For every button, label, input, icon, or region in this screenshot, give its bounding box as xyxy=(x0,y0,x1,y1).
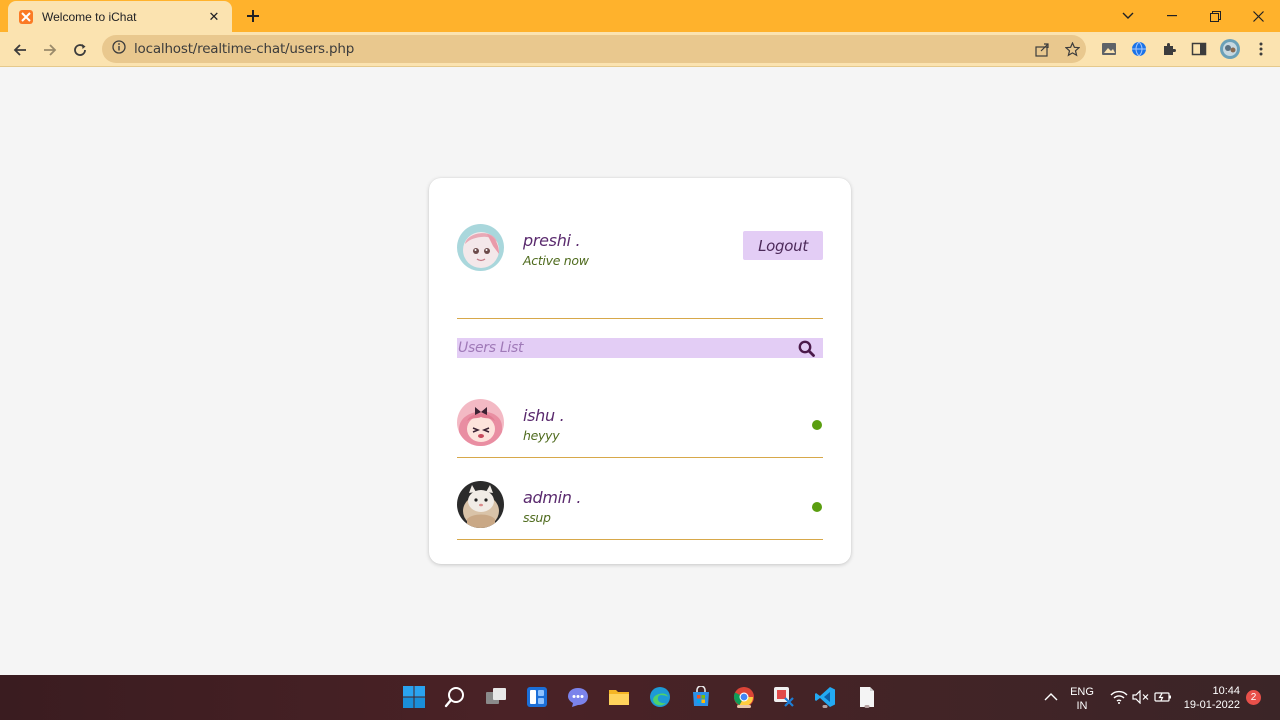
widgets-icon[interactable] xyxy=(525,685,549,709)
new-tab-button[interactable] xyxy=(244,7,262,25)
tab-title: Welcome to iChat xyxy=(42,9,137,24)
profile-avatar-icon[interactable] xyxy=(1219,38,1241,60)
share-icon[interactable] xyxy=(1034,41,1050,57)
side-panel-icon[interactable] xyxy=(1190,40,1208,58)
users-search-input[interactable] xyxy=(457,338,787,358)
windows-taskbar: ENG IN 10:44 19-01-2022 xyxy=(0,675,1280,720)
region-code: IN xyxy=(1076,700,1088,712)
browser-menu-icon[interactable] xyxy=(1252,40,1270,58)
browser-tab[interactable]: Welcome to iChat ✕ xyxy=(8,1,232,32)
close-window-button[interactable] xyxy=(1236,0,1280,32)
open-app-indicator xyxy=(822,705,828,708)
file-explorer-icon[interactable] xyxy=(607,685,631,709)
online-status-dot xyxy=(812,502,822,512)
windows-start-icon[interactable] xyxy=(402,685,426,709)
logout-button[interactable]: Logout xyxy=(743,231,823,260)
header-divider xyxy=(457,318,823,319)
notepad-icon[interactable] xyxy=(855,685,879,709)
open-app-indicator xyxy=(864,705,870,708)
user-list-item[interactable]: ishu . heyyy xyxy=(457,399,823,457)
user-name: ishu . xyxy=(523,406,565,425)
site-info-icon[interactable] xyxy=(112,39,126,59)
clock-date: 19-01-2022 xyxy=(1183,699,1240,711)
user-avatar xyxy=(457,399,504,446)
edge-browser-icon[interactable] xyxy=(648,685,672,709)
task-view-icon[interactable] xyxy=(484,685,508,709)
language-indicator[interactable]: ENG IN xyxy=(1066,685,1098,713)
extension-globe-icon[interactable] xyxy=(1130,40,1148,58)
user-list-item[interactable]: admin . ssup xyxy=(457,481,823,539)
user-last-message: heyyy xyxy=(523,428,560,443)
url-text: localhost/realtime-chat/users.php xyxy=(134,41,355,57)
user-name: admin . xyxy=(523,488,582,507)
user-divider xyxy=(457,539,823,540)
user-last-message: ssup xyxy=(523,510,551,525)
clock-time: 10:44 xyxy=(1212,685,1240,697)
browser-toolbar: localhost/realtime-chat/users.php xyxy=(0,32,1280,67)
show-hidden-icons-chevron-icon[interactable] xyxy=(1039,685,1063,709)
forward-button[interactable] xyxy=(38,38,62,62)
tab-search-chevron-icon[interactable] xyxy=(1106,0,1150,32)
microsoft-store-icon[interactable] xyxy=(689,685,713,709)
current-user-name: preshi . xyxy=(523,231,581,250)
users-card: preshi . Active now Logout ishu . heyyy xyxy=(429,178,851,564)
bookmark-star-icon[interactable] xyxy=(1064,41,1080,57)
chrome-browser-icon[interactable] xyxy=(731,685,757,709)
address-bar[interactable]: localhost/realtime-chat/users.php xyxy=(102,35,1086,63)
search-taskbar-icon[interactable] xyxy=(443,685,467,709)
active-app-indicator xyxy=(737,705,751,708)
xampp-favicon-icon xyxy=(18,9,34,25)
clock[interactable]: 10:44 19-01-2022 xyxy=(1180,684,1240,712)
extensions-puzzle-icon[interactable] xyxy=(1160,40,1178,58)
user-avatar xyxy=(457,481,504,528)
browser-title-bar: Welcome to iChat ✕ xyxy=(0,0,1280,32)
current-user-avatar xyxy=(457,224,504,271)
wifi-icon[interactable] xyxy=(1107,685,1131,709)
tab-close-icon[interactable]: ✕ xyxy=(206,9,222,25)
battery-charging-icon[interactable] xyxy=(1151,685,1175,709)
restore-button[interactable] xyxy=(1193,0,1237,32)
reload-button[interactable] xyxy=(68,38,92,62)
online-status-dot xyxy=(812,420,822,430)
current-user-status: Active now xyxy=(523,253,589,268)
extension-image-icon[interactable] xyxy=(1100,40,1118,58)
volume-muted-icon[interactable] xyxy=(1129,685,1153,709)
language-code: ENG xyxy=(1070,686,1094,698)
user-divider xyxy=(457,457,823,458)
vscode-icon[interactable] xyxy=(813,685,837,709)
search-icon[interactable] xyxy=(797,339,815,357)
teams-chat-icon[interactable] xyxy=(566,685,590,709)
notification-count-badge[interactable]: 2 xyxy=(1246,690,1261,705)
users-search-bar xyxy=(457,338,823,358)
snipping-tool-icon[interactable] xyxy=(772,685,796,709)
minimize-button[interactable] xyxy=(1150,0,1194,32)
back-button[interactable] xyxy=(8,38,32,62)
